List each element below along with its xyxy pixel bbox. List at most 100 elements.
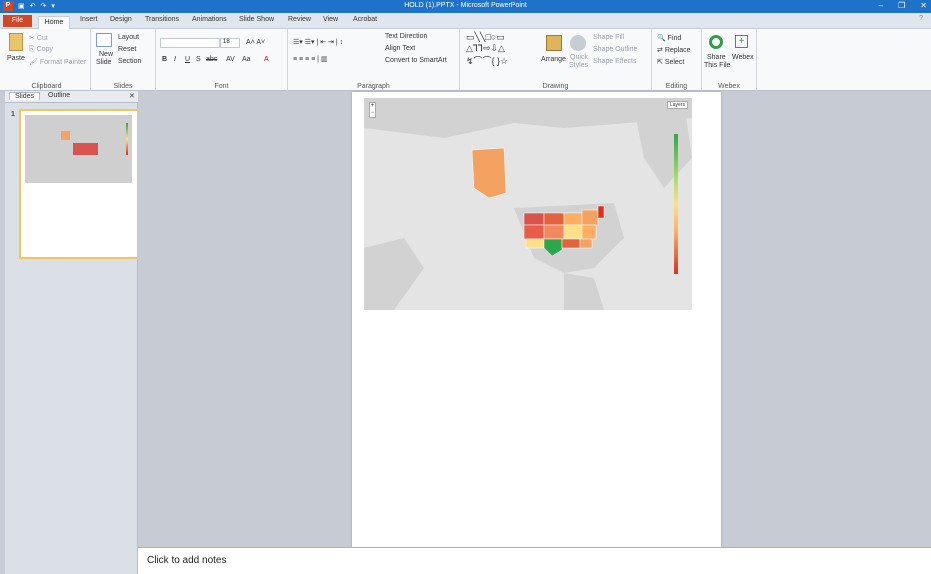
align-text-button[interactable]: Align Text bbox=[385, 45, 415, 52]
align-icons[interactable]: ≡ ≡ ≡ ≡ | ▥ bbox=[293, 55, 328, 63]
quick-styles-button[interactable]: Quick bbox=[570, 54, 588, 61]
char-spacing-icon[interactable]: AV bbox=[226, 56, 235, 63]
copy-button[interactable]: ⎘ Copy bbox=[29, 46, 53, 54]
reset-button[interactable]: Reset bbox=[118, 46, 136, 53]
tab-slides[interactable]: Slides bbox=[9, 92, 41, 100]
us-region-west[interactable] bbox=[523, 224, 545, 240]
title-bar: P ▣ ↶ ↷ ▾ HOLD (1).PPTX - Microsoft Powe… bbox=[0, 0, 931, 13]
strikethrough-icon[interactable]: abc bbox=[206, 56, 217, 63]
notes-placeholder[interactable]: Click to add notes bbox=[147, 555, 227, 566]
new-slide-icon[interactable] bbox=[96, 33, 112, 47]
alaska-region[interactable] bbox=[471, 147, 507, 199]
us-region-southwest[interactable] bbox=[525, 238, 545, 249]
paste-icon[interactable] bbox=[9, 33, 23, 51]
us-region-southeast[interactable] bbox=[579, 238, 593, 249]
find-button[interactable]: 🔍 Find bbox=[657, 34, 681, 42]
share-icon[interactable] bbox=[709, 35, 723, 49]
shapes-gallery[interactable]: ▭╲╲□○▭ bbox=[466, 32, 505, 43]
section-button[interactable]: Section bbox=[118, 58, 141, 65]
clipboard-label: Clipboard bbox=[31, 83, 62, 90]
us-region-northeast[interactable] bbox=[581, 209, 599, 226]
us-region-east-central[interactable] bbox=[563, 224, 583, 240]
us-region-north-central[interactable] bbox=[543, 212, 565, 226]
minimize-icon[interactable]: – bbox=[879, 1, 883, 10]
replace-label: Replace bbox=[664, 47, 691, 54]
find-label: Find bbox=[667, 35, 682, 42]
tab-home[interactable]: Home bbox=[38, 16, 70, 29]
us-region-central[interactable] bbox=[543, 224, 565, 240]
layers-button[interactable]: Layers bbox=[666, 101, 688, 109]
convert-smartart-button[interactable]: Convert to SmartArt bbox=[385, 57, 447, 64]
shape-outline-button[interactable]: Shape Outline bbox=[593, 46, 637, 53]
editing-label: Editing bbox=[665, 83, 688, 90]
restore-icon[interactable]: ❐ bbox=[898, 1, 905, 10]
paste-button[interactable]: Paste bbox=[7, 55, 25, 62]
layout-button[interactable]: Layout bbox=[118, 34, 139, 41]
us-region-northwest[interactable] bbox=[523, 212, 545, 226]
us-region-new-england[interactable] bbox=[597, 205, 605, 219]
webex-icon[interactable]: + bbox=[735, 35, 748, 48]
new-slide-button[interactable]: New bbox=[99, 51, 113, 58]
ribbon: Paste ✂ Cut ⎘ Copy 🖌 Format Painter Clip… bbox=[0, 29, 931, 91]
shadow-icon[interactable]: S bbox=[196, 56, 201, 63]
us-region-mid-atlantic[interactable] bbox=[581, 224, 597, 240]
window-title: HOLD (1).PPTX - Microsoft PowerPoint bbox=[404, 2, 527, 9]
slides-label: Slides bbox=[113, 83, 133, 90]
font-name-field[interactable] bbox=[160, 38, 220, 48]
us-region-south[interactable] bbox=[561, 238, 581, 249]
shape-fill-button[interactable]: Shape Fill bbox=[593, 34, 624, 41]
close-icon[interactable]: ✕ bbox=[920, 1, 927, 10]
select-button[interactable]: ⇱ Select bbox=[657, 58, 684, 66]
replace-button[interactable]: ⇄ Replace bbox=[657, 46, 691, 54]
new-slide-button-2[interactable]: Slide bbox=[96, 59, 112, 66]
arrange-button[interactable]: Arrange bbox=[541, 56, 566, 63]
font-color-icon[interactable]: A bbox=[264, 56, 269, 63]
bullets-icon[interactable]: ☰▾ ☰▾ | ⇤ ⇥ | ↕ bbox=[293, 38, 343, 46]
quick-styles-icon[interactable] bbox=[570, 35, 586, 51]
font-size-field[interactable]: 18 bbox=[220, 38, 240, 48]
us-region-midwest[interactable] bbox=[563, 212, 583, 226]
underline-icon[interactable]: U bbox=[185, 56, 190, 63]
notes-pane[interactable]: Click to add notes bbox=[138, 547, 931, 574]
zoom-in-button[interactable]: + bbox=[370, 103, 375, 110]
choropleth-map[interactable]: + − Layers bbox=[364, 98, 692, 310]
tab-acrobat[interactable]: Acrobat bbox=[353, 16, 377, 23]
tab-transitions[interactable]: Transitions bbox=[145, 16, 179, 23]
slide-thumbnail[interactable] bbox=[19, 109, 139, 259]
tab-file[interactable]: File bbox=[3, 15, 32, 27]
change-case-icon[interactable]: Aa bbox=[242, 56, 251, 63]
tab-view[interactable]: View bbox=[323, 16, 338, 23]
tab-slide-show[interactable]: Slide Show bbox=[239, 16, 274, 23]
drawing-label: Drawing bbox=[542, 83, 569, 90]
tab-design[interactable]: Design bbox=[110, 16, 132, 23]
grow-font-icon[interactable]: A˄ A˅ bbox=[246, 39, 265, 46]
tab-insert[interactable]: Insert bbox=[80, 16, 98, 23]
south-america-land bbox=[564, 273, 604, 310]
help-icon[interactable]: ? bbox=[919, 15, 923, 22]
webex-label: Webex bbox=[718, 83, 740, 90]
close-pane-icon[interactable]: ✕ bbox=[129, 92, 135, 100]
map-svg bbox=[364, 98, 692, 310]
arrange-icon[interactable] bbox=[546, 35, 562, 51]
format-painter-button[interactable]: 🖌 Format Painter bbox=[29, 58, 86, 66]
pane-tabs: Slides Outline ✕ bbox=[5, 91, 138, 103]
clipboard-group: Paste ✂ Cut ⎘ Copy 🖌 Format Painter Clip… bbox=[3, 29, 91, 91]
quick-styles-button-2[interactable]: Styles bbox=[569, 62, 588, 69]
bold-icon[interactable]: B bbox=[162, 56, 167, 63]
tab-animations[interactable]: Animations bbox=[192, 16, 227, 23]
text-direction-button[interactable]: Text Direction bbox=[385, 33, 427, 40]
shape-effects-button[interactable]: Shape Effects bbox=[593, 58, 636, 65]
cut-button[interactable]: ✂ Cut bbox=[29, 34, 48, 42]
slide-number: 1 bbox=[11, 111, 15, 118]
share-button-2[interactable]: This File bbox=[704, 62, 730, 69]
tab-outline[interactable]: Outline bbox=[48, 92, 70, 99]
ribbon-tabs: File Home Insert Design Transitions Anim… bbox=[0, 13, 931, 29]
webex-button[interactable]: Webex bbox=[732, 54, 754, 61]
shapes-gallery-2[interactable]: △⅂⅂⇨⇩△ bbox=[466, 43, 505, 54]
tab-review[interactable]: Review bbox=[288, 16, 311, 23]
italic-icon[interactable]: I bbox=[174, 56, 176, 63]
slide[interactable]: + − Layers bbox=[352, 92, 721, 547]
zoom-out-button[interactable]: − bbox=[370, 110, 375, 117]
shapes-gallery-3[interactable]: ↯⌒⌒{ }☆ bbox=[466, 54, 508, 67]
share-button[interactable]: Share bbox=[707, 54, 726, 61]
